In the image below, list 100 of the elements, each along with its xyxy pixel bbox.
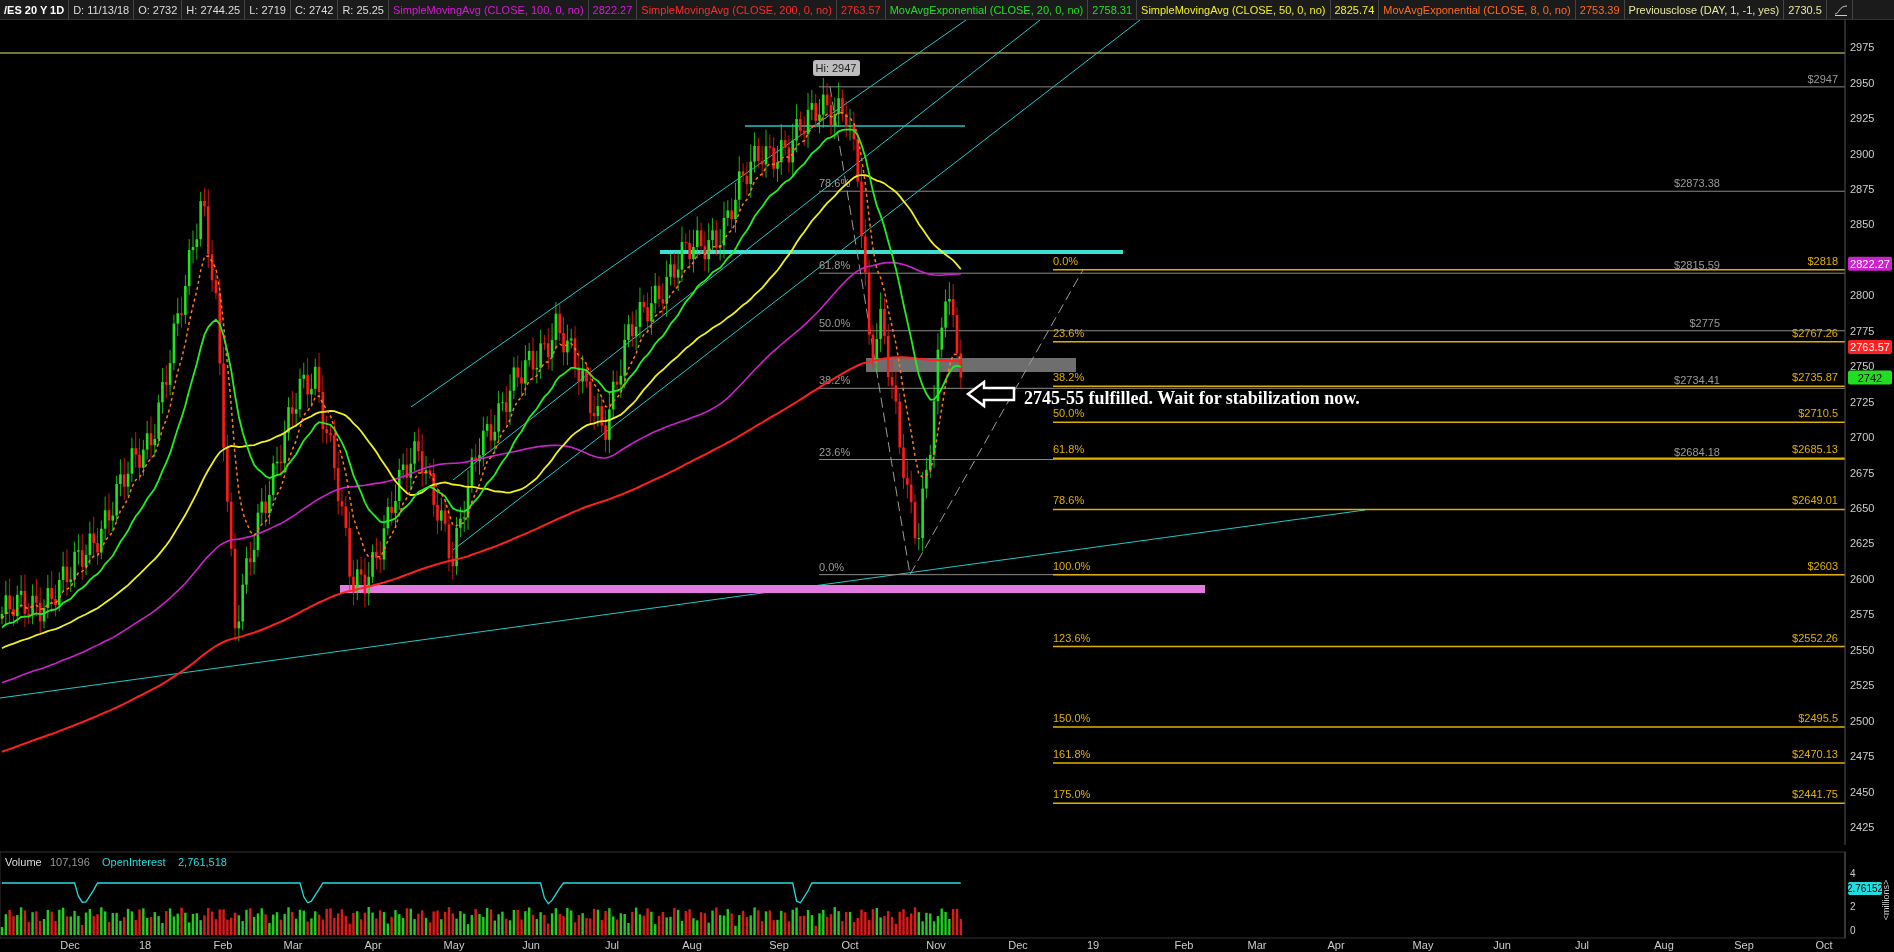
quote-field: D: 11/13/18 bbox=[69, 0, 135, 19]
time-axis-label: Apr bbox=[364, 939, 382, 951]
volume-label: Volume bbox=[5, 856, 42, 868]
price-axis-label: 2500 bbox=[1850, 714, 1875, 727]
fib-percent-label: 161.8% bbox=[1053, 748, 1091, 761]
price-axis-label: 2725 bbox=[1850, 395, 1875, 408]
fib-percent-label: 78.6% bbox=[1053, 494, 1085, 507]
price-badge: 2822.27 bbox=[1848, 256, 1892, 271]
volume-value: 107,196 bbox=[50, 856, 90, 868]
fib-price-label: $2767.26 bbox=[1792, 326, 1838, 339]
fib-price-label: $2775 bbox=[1689, 316, 1720, 329]
time-axis-label: Aug bbox=[682, 939, 702, 951]
price-axis-label: 2450 bbox=[1850, 785, 1875, 798]
time-axis-label: 19 bbox=[1086, 939, 1100, 951]
price-axis-label: 2925 bbox=[1850, 112, 1875, 125]
fib-price-label: $2649.01 bbox=[1792, 494, 1838, 507]
fib-price-label: $2734.41 bbox=[1674, 374, 1720, 387]
time-axis-label: Mar bbox=[283, 939, 303, 951]
study-value: 2730.5 bbox=[1784, 0, 1827, 19]
time-axis-label: Apr bbox=[1327, 939, 1345, 951]
price-axis-label: 2700 bbox=[1850, 431, 1875, 444]
open-interest-badge: 2.76152 bbox=[1846, 882, 1884, 895]
price-badge: 2742 bbox=[1848, 370, 1892, 385]
open-interest-label: OpenInterest bbox=[102, 856, 166, 868]
study-value: 2753.39 bbox=[1575, 0, 1625, 19]
time-axis-label: Aug bbox=[1654, 939, 1674, 951]
price-axis-label: 2775 bbox=[1850, 324, 1875, 337]
time-axis-label: Feb bbox=[1174, 939, 1194, 951]
price-axis-label: 2525 bbox=[1850, 679, 1875, 692]
price-axis-label: 2425 bbox=[1850, 821, 1875, 834]
price-axis-label: 2900 bbox=[1850, 147, 1875, 160]
price-axis-label: 2975 bbox=[1850, 41, 1875, 54]
fib-percent-label: 38.2% bbox=[1053, 371, 1085, 384]
fib-price-label: $2470.13 bbox=[1792, 748, 1838, 761]
price-axis-label: 2625 bbox=[1850, 537, 1875, 550]
time-axis-label: Oct bbox=[841, 939, 859, 951]
fib-price-label: $2815.59 bbox=[1674, 259, 1720, 272]
study-value: 2822.27 bbox=[588, 0, 638, 19]
fib-percent-label: 150.0% bbox=[1053, 712, 1091, 725]
volume-unit-label: <millions> bbox=[1881, 879, 1891, 921]
price-axis-label: 2600 bbox=[1850, 572, 1875, 585]
time-axis-label: Nov bbox=[926, 939, 946, 951]
price-axis-label: 2850 bbox=[1850, 218, 1875, 231]
time-axis-label: Jun bbox=[1493, 939, 1511, 951]
fib-price-label: $2735.87 bbox=[1792, 371, 1838, 384]
fib-price-label: $2441.75 bbox=[1792, 788, 1838, 801]
fib-percent-label: 123.6% bbox=[1053, 631, 1091, 644]
time-axis-label: Jun bbox=[522, 939, 540, 951]
volume-axis-label: 2 bbox=[1850, 901, 1856, 912]
quote-field: C: 2742 bbox=[290, 0, 339, 19]
study-value: 2763.57 bbox=[836, 0, 886, 19]
fib-price-label: $2818 bbox=[1807, 254, 1838, 267]
fib-percent-label: 23.6% bbox=[819, 445, 851, 458]
fib-price-label: $2684.18 bbox=[1674, 445, 1720, 458]
quote-field: H: 2744.25 bbox=[182, 0, 246, 19]
fib-price-label: $2947 bbox=[1807, 72, 1838, 85]
time-axis-label: 18 bbox=[138, 939, 152, 951]
study-name: SimpleMovingAvg (CLOSE, 100, 0, no) bbox=[389, 0, 589, 19]
fib-price-label: $2495.5 bbox=[1798, 712, 1838, 725]
fib-price-label: $2873.38 bbox=[1674, 177, 1720, 190]
price-axis-label: 2575 bbox=[1850, 608, 1875, 621]
time-axis-label: Dec bbox=[1008, 939, 1028, 951]
time-axis-label: May bbox=[443, 939, 465, 951]
volume-axis-label: 4 bbox=[1850, 868, 1856, 879]
study-name: Previousclose (DAY, 1, -1, yes) bbox=[1624, 0, 1785, 19]
price-axis-label: 2950 bbox=[1850, 76, 1875, 89]
study-name: SimpleMovingAvg (CLOSE, 200, 0, no) bbox=[637, 0, 837, 19]
price-axis-label: 2800 bbox=[1850, 289, 1875, 302]
time-axis-label: Dec bbox=[60, 939, 80, 951]
study-value: 2758.31 bbox=[1088, 0, 1138, 19]
time-axis-label: Oct bbox=[1815, 939, 1833, 951]
price-axis-label: 2750 bbox=[1850, 360, 1875, 373]
study-value: 2825.74 bbox=[1330, 0, 1380, 19]
price-badge: 2763.57 bbox=[1848, 339, 1892, 354]
time-axis-label: Sep bbox=[769, 939, 789, 951]
fib-price-label: $2710.5 bbox=[1798, 407, 1838, 420]
time-axis-label: Sep bbox=[1734, 939, 1754, 951]
study-name: MovAvgExponential (CLOSE, 20, 0, no) bbox=[885, 0, 1089, 19]
fib-price-label: $2552.26 bbox=[1792, 631, 1838, 644]
open-interest-value: 2,761,518 bbox=[178, 856, 227, 868]
time-axis-label: Jul bbox=[604, 939, 620, 951]
study-name: MovAvgExponential (CLOSE, 8, 0, no) bbox=[1379, 0, 1576, 19]
high-label: Hi: 2947 bbox=[813, 60, 860, 76]
fib-price-label: $2603 bbox=[1807, 559, 1838, 572]
chart-note: 2745-55 fulfilled. Wait for stabilization now. bbox=[1024, 388, 1360, 408]
time-axis-label: Jul bbox=[1574, 939, 1590, 951]
time-axis-label: Feb bbox=[213, 939, 233, 951]
quote-field: L: 2719 bbox=[245, 0, 291, 19]
volume-axis-label: 0 bbox=[1850, 925, 1856, 936]
fib-percent-label: 50.0% bbox=[819, 316, 851, 329]
time-axis-label: Mar bbox=[1247, 939, 1267, 951]
fib-percent-label: 23.6% bbox=[1053, 326, 1085, 339]
fib-percent-label: 61.8% bbox=[819, 259, 851, 272]
symbol-label: /ES 20 Y 1D bbox=[0, 0, 70, 19]
fib-percent-label: 0.0% bbox=[819, 560, 845, 573]
quote-field: R: 25.25 bbox=[338, 0, 389, 19]
fib-percent-label: 100.0% bbox=[1053, 559, 1091, 572]
fib-percent-label: 50.0% bbox=[1053, 407, 1085, 420]
price-axis-label: 2675 bbox=[1850, 466, 1875, 479]
time-axis-label: May bbox=[1412, 939, 1434, 951]
